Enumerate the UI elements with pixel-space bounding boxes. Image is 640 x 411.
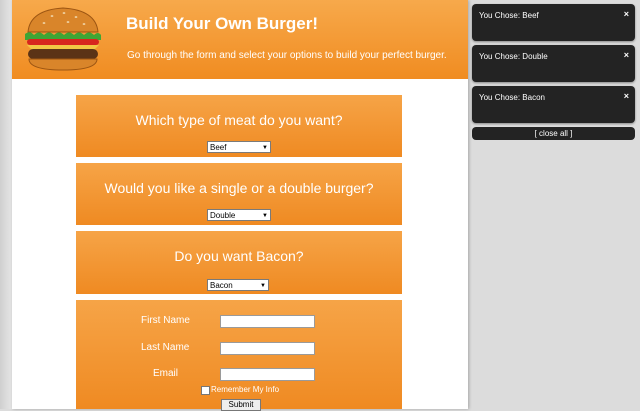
remember-checkbox[interactable]	[201, 386, 210, 395]
size-question: Would you like a single or a double burg…	[104, 180, 374, 196]
notification-item: You Chose: Bacon ×	[472, 86, 635, 123]
info-panel: First Name Last Name Email Remember My I…	[76, 300, 402, 411]
close-icon[interactable]: ×	[624, 50, 629, 60]
chevron-down-icon: ▼	[260, 283, 266, 289]
page-title: Build Your Own Burger!	[126, 14, 319, 33]
close-all-button[interactable]: [ close all ]	[472, 127, 635, 140]
notification-text: You Chose: Bacon	[479, 93, 545, 102]
meat-select-value: Beef	[210, 143, 227, 152]
page-subtitle: Go through the form and select your opti…	[127, 50, 447, 61]
notification-item: You Chose: Beef ×	[472, 4, 635, 41]
chevron-down-icon: ▼	[262, 145, 268, 151]
chevron-down-icon: ▼	[262, 213, 268, 219]
bacon-panel: Do you want Bacon? Bacon ▼	[76, 231, 402, 294]
main-page: Build Your Own Burger! Go through the fo…	[12, 0, 468, 411]
last-name-field[interactable]	[220, 342, 315, 355]
notification-text: You Chose: Double	[479, 52, 548, 61]
meat-question: Which type of meat do you want?	[135, 112, 343, 128]
bacon-select-value: Bacon	[210, 281, 233, 290]
close-icon[interactable]: ×	[624, 9, 629, 19]
size-select-value: Double	[210, 211, 236, 220]
bacon-question: Do you want Bacon?	[174, 248, 304, 264]
page-shadow	[0, 0, 12, 409]
last-name-label: Last Name	[141, 342, 190, 353]
meat-panel: Which type of meat do you want? Beef ▼	[76, 95, 402, 157]
notification-item: You Chose: Double ×	[472, 45, 635, 82]
header-banner: Build Your Own Burger! Go through the fo…	[12, 0, 468, 79]
size-select[interactable]: Double ▼	[207, 209, 271, 221]
close-icon[interactable]: ×	[624, 91, 629, 101]
meat-select[interactable]: Beef ▼	[207, 141, 271, 153]
submit-button[interactable]: Submit	[221, 399, 261, 411]
burger-logo	[25, 7, 101, 71]
email-label: Email	[153, 368, 179, 379]
first-name-label: First Name	[141, 315, 190, 326]
bacon-select[interactable]: Bacon ▼	[207, 279, 269, 291]
first-name-field[interactable]	[220, 315, 315, 328]
size-panel: Would you like a single or a double burg…	[76, 163, 402, 225]
remember-label: Remember My Info	[211, 385, 280, 394]
notification-text: You Chose: Beef	[479, 11, 539, 20]
email-field[interactable]	[220, 368, 315, 381]
